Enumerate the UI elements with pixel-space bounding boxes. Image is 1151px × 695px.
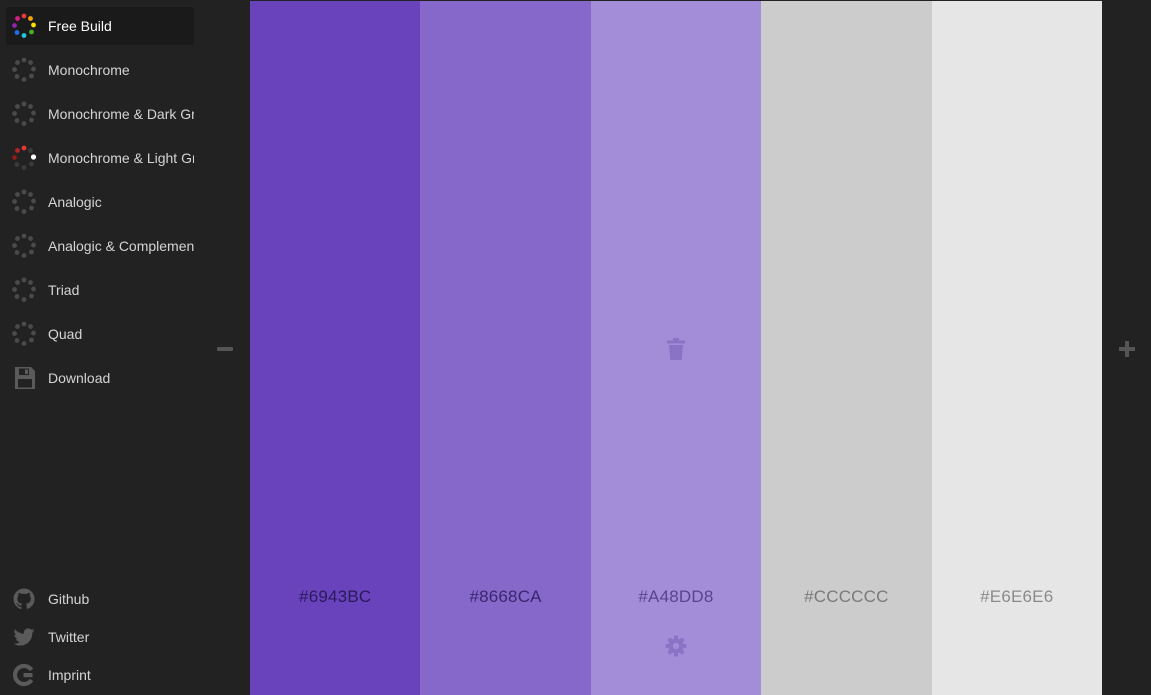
- color-swatch[interactable]: #A48DD8: [590, 1, 762, 695]
- color-swatch[interactable]: #6943BC: [250, 1, 421, 695]
- sidebar-item-monochrome[interactable]: Monochrome: [6, 51, 194, 89]
- color-wheel-icon: [12, 321, 36, 346]
- swatch-hex-label[interactable]: #8668CA: [420, 587, 590, 607]
- minus-icon: [217, 347, 233, 351]
- sidebar-item-monochrome-dark-gray[interactable]: Monochrome & Dark Gray: [6, 95, 194, 133]
- color-palette: #6943BC #8668CA #A48DD8 #CCCCCC #E6E6E6: [250, 1, 1102, 695]
- color-wheel-icon: [12, 233, 36, 258]
- sidebar-item-label: Triad: [48, 282, 80, 298]
- swatch-hex-label[interactable]: #A48DD8: [591, 587, 761, 607]
- sidebar-item-label: Monochrome: [48, 62, 130, 78]
- imprint-icon: [12, 663, 34, 687]
- sidebar-item-download[interactable]: Download: [6, 359, 194, 397]
- footer-link-label: Github: [48, 591, 90, 607]
- color-wheel-icon: [12, 101, 36, 126]
- sidebar-item-label: Free Build: [48, 18, 112, 34]
- footer-link-label: Twitter: [48, 629, 90, 645]
- color-wheel-icon: [12, 13, 36, 38]
- color-swatch[interactable]: #8668CA: [420, 1, 591, 695]
- floppy-disk-icon: [15, 367, 35, 389]
- color-wheel-icon: [12, 189, 36, 214]
- sidebar-item-monochrome-light-gray[interactable]: Monochrome & Light Gray: [6, 139, 194, 177]
- imprint-link[interactable]: Imprint: [12, 660, 192, 690]
- github-link[interactable]: Github: [12, 584, 192, 614]
- twitter-icon: [13, 628, 35, 646]
- add-color-button[interactable]: [1110, 334, 1142, 364]
- sidebar-item-analogic-complementary[interactable]: Analogic & Complementary: [6, 227, 194, 265]
- plus-icon: [1125, 341, 1129, 357]
- sidebar-item-quad[interactable]: Quad: [6, 315, 194, 353]
- sidebar-item-label: Analogic: [48, 194, 102, 210]
- sidebar: Free Build Monochrome Monochrome & Dark …: [0, 0, 200, 695]
- footer-link-label: Imprint: [48, 667, 91, 683]
- twitter-link[interactable]: Twitter: [12, 622, 192, 652]
- sidebar-item-label: Download: [48, 370, 111, 386]
- sidebar-item-triad[interactable]: Triad: [6, 271, 194, 309]
- color-wheel-icon: [12, 57, 36, 82]
- sidebar-item-analogic[interactable]: Analogic: [6, 183, 194, 221]
- remove-color-button[interactable]: [210, 334, 240, 364]
- color-swatch[interactable]: #E6E6E6: [931, 1, 1102, 695]
- color-wheel-icon: [12, 277, 36, 302]
- sidebar-item-label: Quad: [48, 326, 83, 342]
- swatch-hex-label[interactable]: #E6E6E6: [932, 587, 1102, 607]
- color-swatch[interactable]: #CCCCCC: [761, 1, 932, 695]
- swatch-hex-label[interactable]: #6943BC: [250, 587, 420, 607]
- sidebar-item-label: Monochrome & Dark Gray: [48, 106, 194, 122]
- trash-icon[interactable]: [665, 337, 687, 361]
- gear-icon[interactable]: [665, 635, 687, 657]
- sidebar-item-label: Analogic & Complementary: [48, 238, 194, 254]
- color-wheel-icon: [12, 145, 37, 170]
- github-icon: [13, 588, 35, 610]
- app-root: Free Build Monochrome Monochrome & Dark …: [0, 0, 1151, 695]
- swatch-hex-label[interactable]: #CCCCCC: [761, 587, 931, 607]
- sidebar-item-free-build[interactable]: Free Build: [6, 7, 194, 45]
- sidebar-item-label: Monochrome & Light Gray: [48, 150, 194, 166]
